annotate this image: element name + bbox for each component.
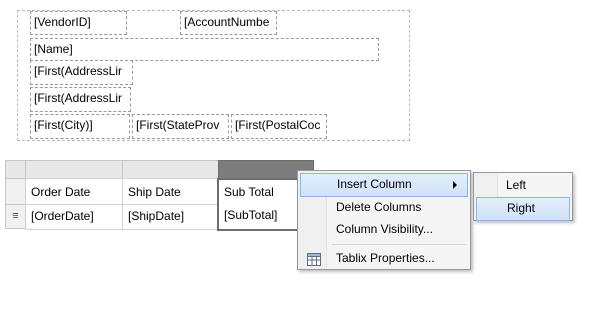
insert-column-submenu: Left Right [473, 172, 573, 221]
tablix-corner-handle[interactable] [5, 160, 26, 179]
name-textbox[interactable]: [Name] [30, 38, 379, 61]
tablix-properties-label: Tablix Properties... [336, 251, 435, 265]
header-cell-order-date[interactable]: Order Date [25, 178, 123, 205]
column-handle-ship-date[interactable] [122, 160, 219, 179]
details-row-icon: ≡ [12, 210, 19, 222]
detail-cell-order-date[interactable]: [OrderDate] [25, 204, 123, 230]
insert-column-right-item[interactable]: Right [476, 197, 570, 221]
detail-cell-ship-date[interactable]: [ShipDate] [122, 204, 219, 230]
tablix-properties-menu-item[interactable]: Tablix Properties... [300, 248, 468, 270]
menu-separator [332, 244, 466, 245]
column-handle-order-date[interactable] [25, 160, 123, 179]
vendor-id-textbox[interactable]: [VendorID] [30, 11, 127, 35]
insert-column-left-item[interactable]: Left [476, 175, 570, 197]
column-visibility-menu-item[interactable]: Column Visibility... [300, 219, 468, 241]
insert-column-label: Insert Column [337, 177, 412, 191]
delete-columns-menu-item[interactable]: Delete Columns [300, 197, 468, 219]
tablix-properties-icon [307, 252, 321, 266]
address-line1-textbox[interactable]: [First(AddressLir [30, 60, 133, 85]
city-textbox[interactable]: [First(City)] [30, 114, 130, 139]
account-number-textbox[interactable]: [AccountNumbe [180, 11, 277, 35]
address-line2-textbox[interactable]: [First(AddressLir [30, 87, 131, 112]
header-cell-ship-date[interactable]: Ship Date [122, 178, 219, 205]
submenu-arrow-icon [453, 181, 457, 189]
details-row-handle[interactable]: ≡ [5, 204, 26, 229]
header-row-handle[interactable] [5, 178, 26, 205]
context-menu: Insert Column Delete Columns Column Visi… [297, 170, 471, 270]
state-province-textbox[interactable]: [First(StateProv [132, 114, 229, 139]
insert-column-menu-item[interactable]: Insert Column [300, 173, 468, 197]
postal-code-textbox[interactable]: [First(PostalCoc [231, 114, 327, 139]
